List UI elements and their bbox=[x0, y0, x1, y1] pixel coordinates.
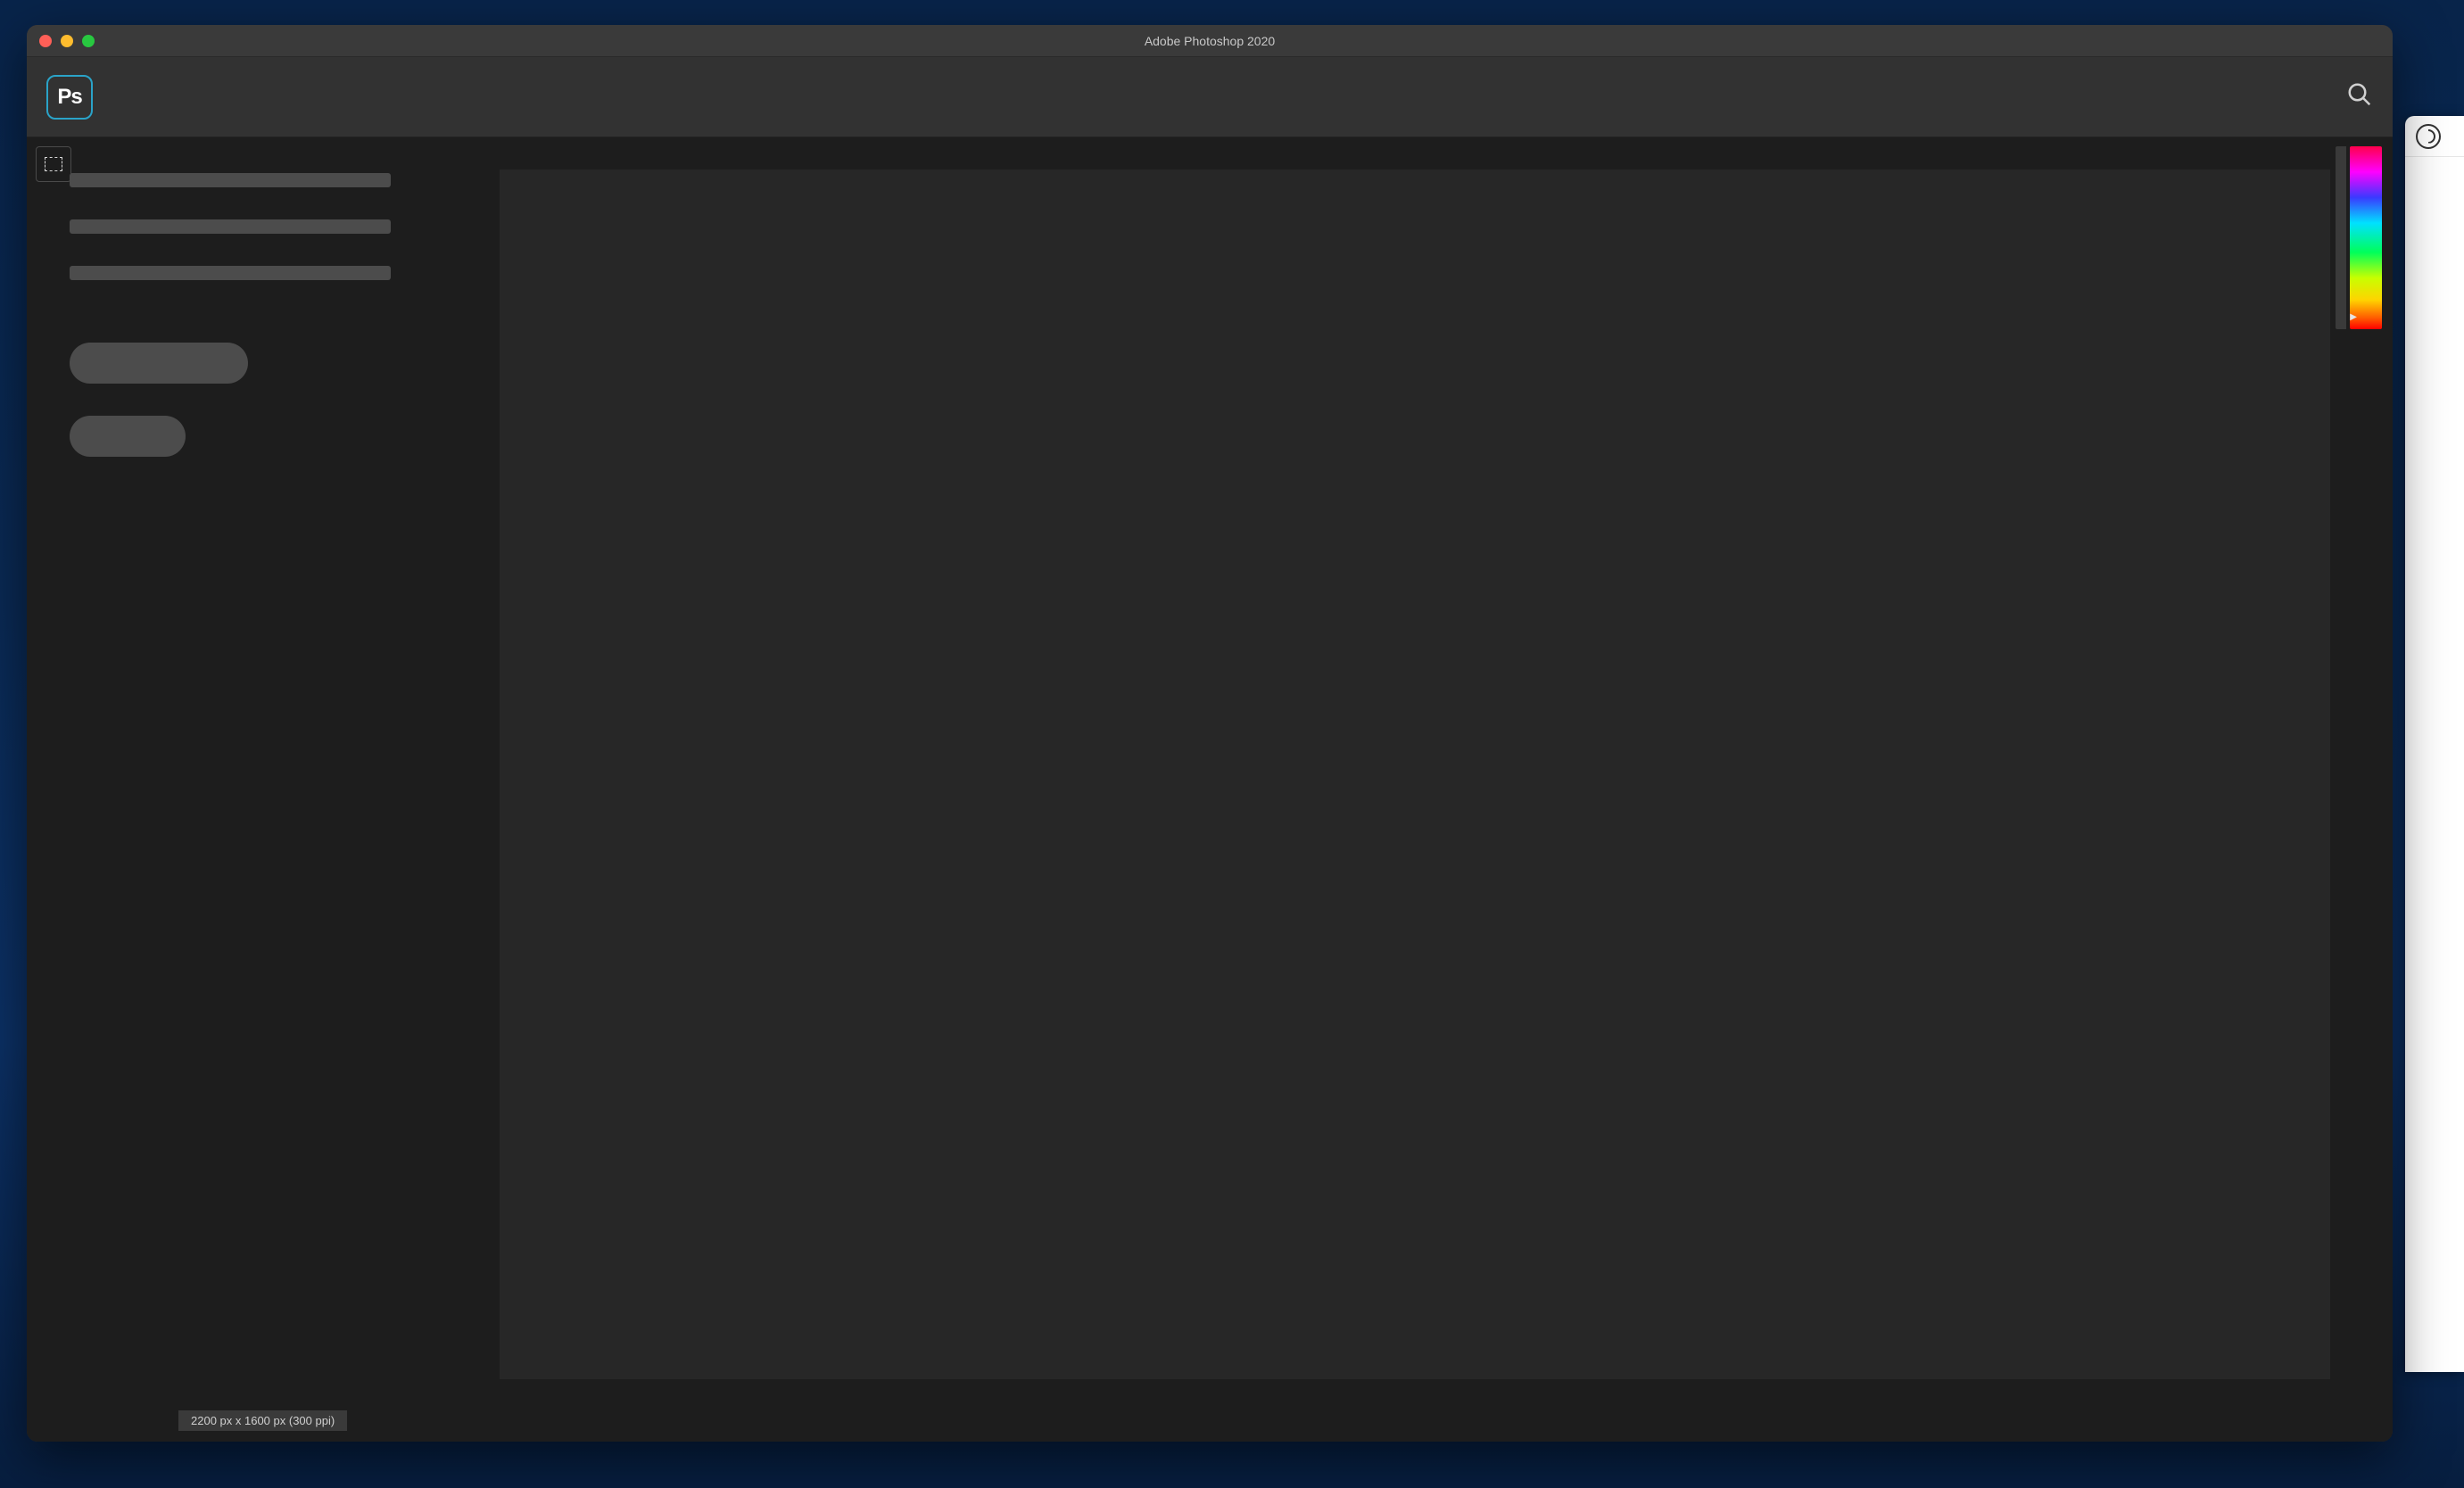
skeleton-button bbox=[70, 416, 186, 457]
document-dimensions-label: 2200 px x 1600 px (300 ppi) bbox=[178, 1410, 347, 1431]
ps-logo[interactable]: Ps bbox=[46, 75, 93, 120]
background-window-titlebar bbox=[2405, 116, 2464, 157]
titlebar-title: Adobe Photoshop 2020 bbox=[27, 34, 2393, 48]
rectangular-marquee-tool[interactable] bbox=[36, 146, 71, 182]
topbar: Ps bbox=[27, 57, 2393, 137]
hue-strip-icon[interactable] bbox=[2350, 146, 2382, 329]
skeleton-button bbox=[70, 343, 248, 384]
skeleton-line bbox=[70, 219, 391, 234]
search-icon bbox=[2346, 81, 2373, 108]
expand-panel-icon[interactable]: ▶ bbox=[2350, 312, 2357, 322]
skeleton-line bbox=[70, 173, 391, 187]
titlebar[interactable]: Adobe Photoshop 2020 bbox=[27, 25, 2393, 57]
skeleton-line bbox=[70, 266, 391, 280]
sidebar-skeleton bbox=[70, 173, 391, 457]
recent-preview-area[interactable] bbox=[500, 169, 2330, 1379]
search-button[interactable] bbox=[2346, 81, 2373, 112]
background-app-icon bbox=[2416, 124, 2441, 149]
background-window bbox=[2405, 116, 2464, 1372]
photoshop-window: Adobe Photoshop 2020 Ps ▶ bbox=[27, 25, 2393, 1442]
panel-rail[interactable] bbox=[2336, 146, 2346, 329]
rectangular-marquee-icon bbox=[45, 157, 62, 171]
collapsed-color-panel[interactable] bbox=[2336, 146, 2382, 329]
home-screen: ▶ 2200 px x 1600 px (300 ppi) bbox=[27, 137, 2393, 1442]
